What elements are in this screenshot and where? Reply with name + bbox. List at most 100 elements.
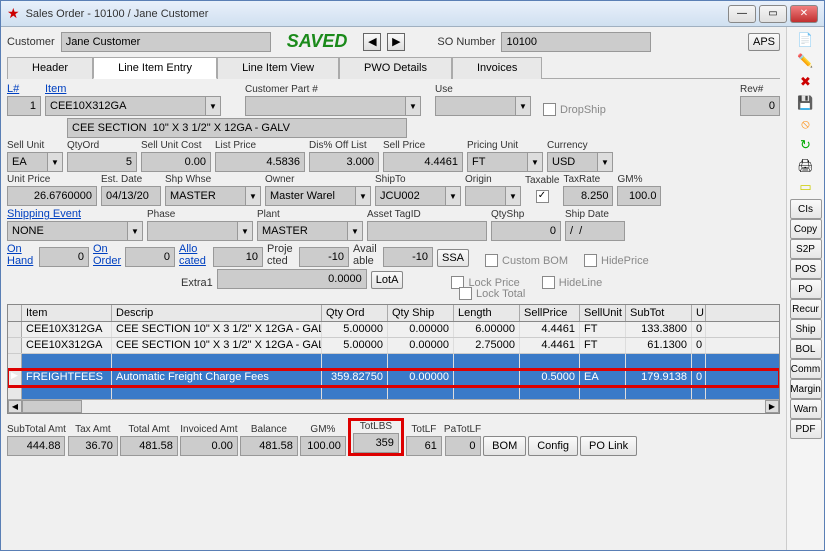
aps-button[interactable]: APS xyxy=(748,33,780,51)
print-icon[interactable]: 🖨 xyxy=(797,157,815,175)
owner-dd[interactable]: ▼ xyxy=(355,186,371,206)
item-desc-input[interactable] xyxy=(67,118,407,138)
lota-button[interactable]: LotA xyxy=(371,271,404,289)
assettag-input[interactable] xyxy=(367,221,487,241)
scroll-right[interactable]: ▶ xyxy=(765,400,779,413)
sellunit-input[interactable] xyxy=(7,152,47,172)
new-icon[interactable]: 📄 xyxy=(797,31,815,49)
side-comm-button[interactable]: Comm xyxy=(790,359,822,379)
currency-dd[interactable]: ▼ xyxy=(597,152,613,172)
side-bol-button[interactable]: BOL xyxy=(790,339,822,359)
side-recur-button[interactable]: Recur xyxy=(790,299,822,319)
col-item[interactable]: Item xyxy=(22,305,112,321)
qtyord-input[interactable] xyxy=(67,152,137,172)
allocated-link[interactable]: Allo cated xyxy=(179,243,209,267)
item-link[interactable]: Item xyxy=(45,83,221,95)
locktotal-checkbox[interactable] xyxy=(459,287,472,300)
qtyshp-input[interactable] xyxy=(491,221,561,241)
table-row[interactable] xyxy=(8,354,779,370)
unitprice-input[interactable] xyxy=(7,186,97,206)
plant-dd[interactable]: ▼ xyxy=(347,221,363,241)
refresh-icon[interactable]: ↻ xyxy=(797,136,815,154)
dropship-checkbox[interactable] xyxy=(543,103,556,116)
allocated-input[interactable] xyxy=(213,247,263,267)
cancel-icon[interactable]: ⦸ xyxy=(797,115,815,133)
shipdate-input[interactable] xyxy=(565,221,625,241)
totgm-input[interactable] xyxy=(300,436,346,456)
item-input[interactable] xyxy=(45,96,205,116)
bom-button[interactable]: BOM xyxy=(483,436,526,456)
edit-icon[interactable]: ✏️ xyxy=(797,52,815,70)
col-subtot[interactable]: SubTot xyxy=(626,305,692,321)
side-pos-button[interactable]: POS xyxy=(790,259,822,279)
origin-dd[interactable]: ▼ xyxy=(505,186,521,206)
shipevent-link[interactable]: Shipping Event xyxy=(7,208,143,220)
item-dropdown[interactable]: ▼ xyxy=(205,96,221,116)
side-ship-button[interactable]: Ship xyxy=(790,319,822,339)
tab-pwo-details[interactable]: PWO Details xyxy=(339,57,452,79)
taxrate-input[interactable] xyxy=(563,186,613,206)
plant-input[interactable] xyxy=(257,221,347,241)
scroll-left[interactable]: ◀ xyxy=(8,400,22,413)
col-descrip[interactable]: Descrip xyxy=(112,305,322,321)
invoiced-input[interactable] xyxy=(180,436,238,456)
sellunitcost-input[interactable] xyxy=(141,152,211,172)
custpart-input[interactable] xyxy=(245,96,405,116)
col-u[interactable]: U xyxy=(692,305,706,321)
config-button[interactable]: Config xyxy=(528,436,578,456)
col-sellunit[interactable]: SellUnit xyxy=(580,305,626,321)
tax-input[interactable] xyxy=(68,436,118,456)
shipto-input[interactable] xyxy=(375,186,445,206)
scroll-thumb[interactable] xyxy=(22,400,82,413)
rev-input[interactable] xyxy=(740,96,780,116)
shipevent-dd[interactable]: ▼ xyxy=(127,221,143,241)
shipevent-input[interactable] xyxy=(7,221,127,241)
disofflist-input[interactable] xyxy=(309,152,379,172)
patotlf-input[interactable] xyxy=(445,436,481,456)
use-dropdown[interactable]: ▼ xyxy=(515,96,531,116)
shpwhse-input[interactable] xyxy=(165,186,245,206)
currency-input[interactable] xyxy=(547,152,597,172)
minimize-button[interactable]: — xyxy=(728,5,756,23)
save-icon[interactable]: 💾 xyxy=(797,94,815,112)
pricingunit-input[interactable] xyxy=(467,152,527,172)
gm-input[interactable] xyxy=(617,186,661,206)
side-s2p-button[interactable]: S2P xyxy=(790,239,822,259)
owner-input[interactable] xyxy=(265,186,355,206)
line-items-grid[interactable]: Item Descrip Qty Ord Qty Ship Length Sel… xyxy=(7,304,780,414)
tab-line-item-view[interactable]: Line Item View xyxy=(217,57,339,79)
use-input[interactable] xyxy=(435,96,515,116)
shipto-dd[interactable]: ▼ xyxy=(445,186,461,206)
tab-header[interactable]: Header xyxy=(7,57,93,79)
sellunit-dd[interactable]: ▼ xyxy=(47,152,63,172)
col-qtyord[interactable]: Qty Ord xyxy=(322,305,388,321)
customer-input[interactable] xyxy=(61,32,271,52)
side-pdf-button[interactable]: PDF xyxy=(790,419,822,439)
close-button[interactable]: ✕ xyxy=(790,5,818,23)
col-sellprice[interactable]: SellPrice xyxy=(520,305,580,321)
delete-icon[interactable]: ✖ xyxy=(797,73,815,91)
estdate-input[interactable] xyxy=(101,186,161,206)
custombom-checkbox[interactable] xyxy=(485,254,498,267)
side-po-button[interactable]: PO xyxy=(790,279,822,299)
onhand-link[interactable]: On Hand xyxy=(7,243,35,267)
phase-input[interactable] xyxy=(147,221,237,241)
taxable-checkbox[interactable] xyxy=(536,190,549,203)
col-qtyship[interactable]: Qty Ship xyxy=(388,305,454,321)
sellprice-input[interactable] xyxy=(383,152,463,172)
hideline-checkbox[interactable] xyxy=(542,276,555,289)
listprice-input[interactable] xyxy=(215,152,305,172)
side-copy-button[interactable]: Copy xyxy=(790,219,822,239)
custpart-dropdown[interactable]: ▼ xyxy=(405,96,421,116)
polink-button[interactable]: PO Link xyxy=(580,436,637,456)
onhand-input[interactable] xyxy=(39,247,89,267)
table-row[interactable]: CEE10X312GACEE SECTION 10" X 3 1/2" X 12… xyxy=(8,338,779,354)
ssa-button[interactable]: SSA xyxy=(437,249,469,267)
lnum-input[interactable] xyxy=(7,96,41,116)
phase-dd[interactable]: ▼ xyxy=(237,221,253,241)
table-row[interactable]: CEE10X312GACEE SECTION 10" X 3 1/2" X 12… xyxy=(8,322,779,338)
next-button[interactable]: ▶ xyxy=(387,33,405,51)
origin-input[interactable] xyxy=(465,186,505,206)
pricingunit-dd[interactable]: ▼ xyxy=(527,152,543,172)
grid-hscroll[interactable]: ◀ ▶ xyxy=(8,399,779,413)
